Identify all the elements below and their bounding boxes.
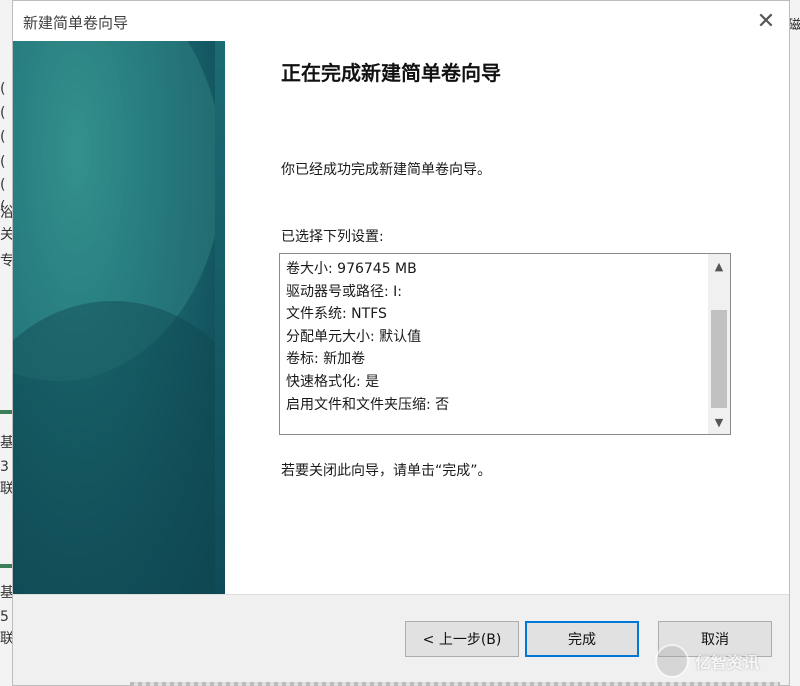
scroll-down-button[interactable]: ▼ (708, 412, 730, 432)
dialog-title: 新建简单卷向导 (23, 14, 129, 32)
settings-item: 启用文件和文件夹压缩: 否 (286, 396, 450, 413)
bg-glyph: ( (0, 177, 6, 193)
settings-item: 文件系统: NTFS (286, 306, 387, 323)
watermark-text: 亿智资讯 (695, 653, 760, 672)
wizard-banner-image (13, 41, 225, 594)
bg-disk-bar (0, 564, 12, 568)
settings-label: 已选择下列设置: (281, 229, 384, 245)
bg-glyph: ( (0, 81, 6, 97)
page-title: 正在完成新建简单卷向导 (281, 61, 501, 85)
finish-button[interactable]: 完成 (525, 621, 639, 657)
background-window-right: 磁 (788, 0, 800, 686)
settings-item: 卷标: 新加卷 (286, 351, 366, 368)
settings-item: 卷大小: 976745 MB (286, 261, 417, 277)
bg-glyph: ( (0, 105, 6, 121)
button-bar: < 上一步(B) 完成 取消 亿智资讯 (13, 594, 789, 685)
bg-glyph: 3 (0, 459, 9, 475)
close-icon: ✕ (756, 8, 776, 34)
settings-list: 卷大小: 976745 MB 驱动器号或路径: I: 文件系统: NTFS 分配… (286, 258, 706, 416)
back-button[interactable]: < 上一步(B) (405, 621, 519, 657)
bg-glyph: ( (0, 154, 6, 170)
close-hint-text: 若要关闭此向导，请单击“完成”。 (281, 463, 492, 479)
chevron-down-icon: ▼ (714, 415, 724, 429)
success-message: 你已经成功完成新建简单卷向导。 (281, 162, 491, 178)
background-window-bottom-edge (130, 682, 780, 686)
settings-item: 分配单元大小: 默认值 (286, 328, 422, 345)
chevron-up-icon: ▲ (714, 259, 724, 273)
watermark-logo-icon (655, 644, 689, 678)
watermark: 亿智资讯 (655, 641, 775, 681)
new-simple-volume-wizard-dialog: 新建简单卷向导 ✕ 正在完成新建简单卷向导 你已经成功完成新建简单卷向导。 已选… (12, 0, 790, 686)
settings-summary-textbox[interactable]: 卷大小: 976745 MB 驱动器号或路径: I: 文件系统: NTFS 分配… (279, 253, 731, 435)
settings-item: 快速格式化: 是 (286, 373, 380, 390)
close-button[interactable]: ✕ (743, 1, 789, 41)
vertical-scrollbar[interactable]: ▲ ▼ (708, 254, 730, 434)
bg-glyph: ( (0, 129, 6, 145)
scroll-thumb[interactable] (711, 310, 727, 408)
bg-glyph: 5 (0, 609, 9, 625)
scroll-up-button[interactable]: ▲ (708, 256, 730, 276)
title-bar[interactable]: 新建简单卷向导 ✕ (13, 1, 789, 41)
bg-disk-bar (0, 410, 12, 414)
settings-item: 驱动器号或路径: I: (286, 283, 403, 300)
